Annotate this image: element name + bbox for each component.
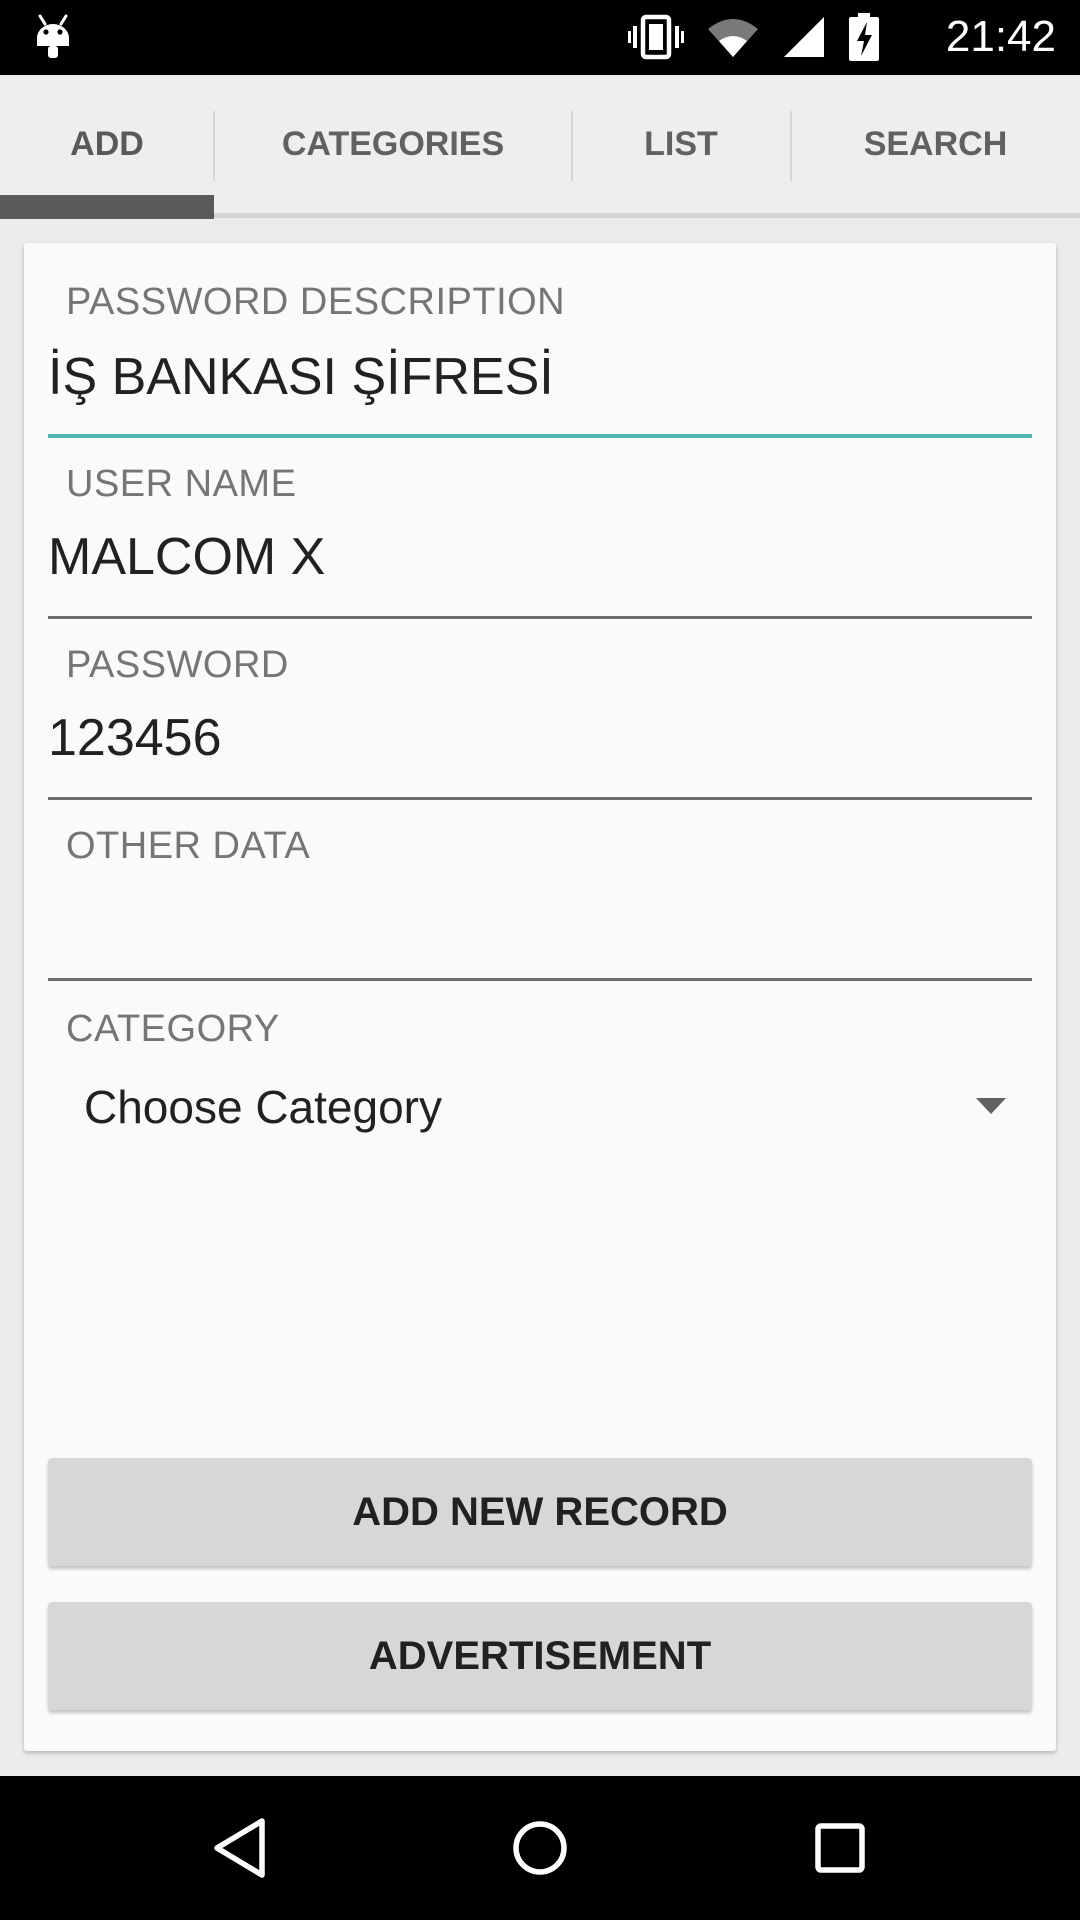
recents-button[interactable] (760, 1776, 920, 1920)
description-label: PASSWORD DESCRIPTION (66, 281, 566, 323)
status-bar: 21:42 (0, 0, 1080, 75)
description-underline (48, 434, 1032, 438)
other-data-field[interactable]: OTHER DATA (48, 805, 1032, 986)
username-underline (48, 616, 1032, 619)
other-data-label: OTHER DATA (66, 825, 311, 867)
advertisement-button[interactable]: ADVERTISEMENT (48, 1602, 1032, 1710)
tab-search[interactable]: SEARCH (791, 75, 1080, 213)
back-button[interactable] (160, 1776, 320, 1920)
dropdown-arrow-icon (976, 1098, 1006, 1114)
vibrate-icon (628, 14, 684, 60)
other-data-underline (48, 978, 1032, 981)
add-record-card: PASSWORD DESCRIPTION İŞ BANKASI ŞİFRESİ … (24, 243, 1056, 1751)
clock: 21:42 (945, 12, 1056, 61)
android-notification-icon (37, 14, 69, 58)
add-new-record-label: ADD NEW RECORD (352, 1489, 728, 1534)
password-label: PASSWORD (66, 644, 289, 686)
advertisement-label: ADVERTISEMENT (368, 1633, 712, 1678)
username-field[interactable]: USER NAME MALCOM X (48, 443, 1032, 624)
category-selected: Choose Category (84, 1081, 442, 1133)
home-icon (513, 1821, 567, 1875)
cell-signal-icon (784, 17, 824, 57)
active-tab-indicator (0, 195, 214, 219)
category-spinner[interactable]: Choose Category (48, 1058, 1032, 1153)
back-icon (214, 1818, 265, 1878)
tab-categories[interactable]: CATEGORIES (214, 75, 572, 213)
description-field[interactable]: PASSWORD DESCRIPTION İŞ BANKASI ŞİFRESİ (48, 243, 1032, 443)
password-value: 123456 (48, 709, 222, 767)
tab-label: SEARCH (863, 124, 1008, 163)
home-button[interactable] (460, 1776, 620, 1920)
password-field[interactable]: PASSWORD 123456 (48, 624, 1032, 805)
system-icons (628, 12, 880, 62)
username-value: MALCOM X (48, 528, 326, 586)
tab-add[interactable]: ADD (0, 75, 214, 213)
category-label: CATEGORY (66, 1008, 280, 1050)
tab-label: LIST (644, 124, 718, 163)
password-underline (48, 797, 1032, 800)
wifi-icon (708, 19, 758, 57)
battery-charging-icon (849, 13, 879, 61)
tab-label: ADD (70, 124, 144, 163)
description-value: İŞ BANKASI ŞİFRESİ (48, 348, 554, 406)
username-label: USER NAME (66, 463, 297, 505)
tab-list[interactable]: LIST (572, 75, 790, 213)
recents-icon (815, 1823, 865, 1873)
navigation-bar (0, 1776, 1080, 1920)
tab-label: CATEGORIES (281, 124, 505, 163)
add-new-record-button[interactable]: ADD NEW RECORD (48, 1458, 1032, 1566)
